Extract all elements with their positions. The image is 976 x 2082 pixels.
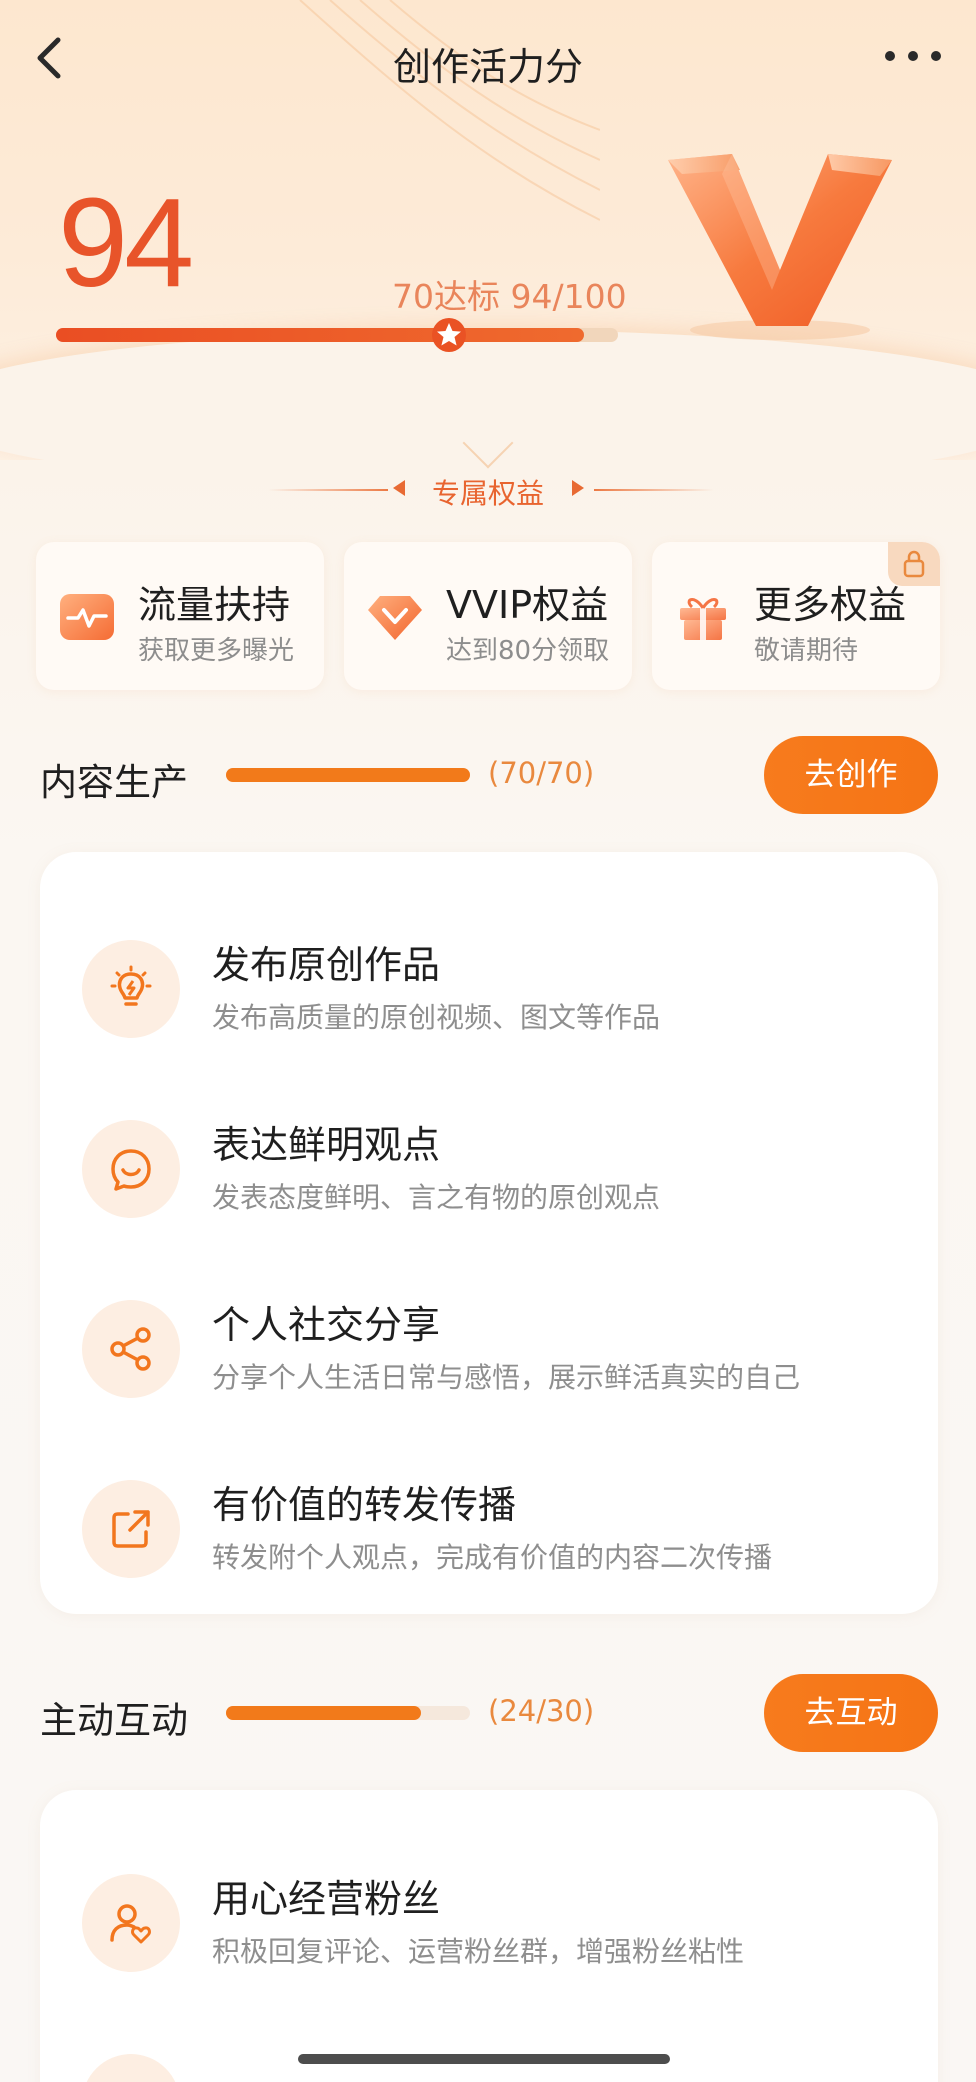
item-title: 表达鲜明观点 <box>212 1123 441 1167</box>
content-task-card: 发布原创作品 发布高质量的原创视频、图文等作品 表达鲜明观点 发表态度鲜明、言之… <box>40 852 938 1614</box>
create-button[interactable]: 去创作 <box>764 736 938 814</box>
list-item[interactable]: 用心经营粉丝 积极回复评论、运营粉丝群，增强粉丝粘性 <box>40 1848 938 1988</box>
score-target-text: 70达标 94/100 <box>392 277 627 316</box>
section-progress-fill <box>226 768 470 782</box>
score-progress-bar <box>56 328 618 342</box>
score-value: 94 <box>58 172 194 313</box>
item-title: 有价值的转发传播 <box>212 1483 517 1527</box>
item-subtitle: 积极回复评论、运营粉丝群，增强粉丝粘性 <box>212 1935 745 1968</box>
benefits-header: 专属权益 <box>0 470 976 510</box>
benefit-subtitle: 获取更多曝光 <box>138 636 295 666</box>
pulse-icon <box>60 594 114 640</box>
list-item[interactable]: 表达鲜明观点 发表态度鲜明、言之有物的原创观点 <box>40 1094 938 1234</box>
item-subtitle: 发表态度鲜明、言之有物的原创观点 <box>212 1181 661 1214</box>
section-progress-bar <box>226 1706 470 1720</box>
gift-icon <box>680 598 726 640</box>
benefit-title: 更多权益 <box>754 583 907 627</box>
v-logo-icon <box>668 154 892 340</box>
item-subtitle: 发布高质量的原创视频、图文等作品 <box>212 1001 661 1034</box>
icon-circle <box>82 1120 180 1218</box>
benefit-card-more[interactable]: 更多权益 敬请期待 <box>652 542 940 690</box>
icon-circle <box>82 1300 180 1398</box>
section-title-interaction: 主动互动 <box>40 1699 188 1742</box>
top-nav-bar: 创作活力分 <box>0 0 976 120</box>
icon-circle <box>82 2054 180 2082</box>
benefit-title: VVIP权益 <box>446 583 609 627</box>
smile-bubble-icon <box>111 1149 151 1191</box>
score-progress-fill <box>56 328 585 342</box>
item-title: 个人社交分享 <box>212 1303 441 1347</box>
section-count: (70/70) <box>488 756 595 790</box>
item-title: 发布原创作品 <box>212 943 441 987</box>
page-title: 创作活力分 <box>392 45 583 89</box>
section-title-content: 内容生产 <box>40 761 188 804</box>
benefits-title: 专属权益 <box>431 477 544 510</box>
forward-icon <box>112 1510 150 1548</box>
section-progress-fill <box>226 1706 422 1720</box>
list-item[interactable]: 发布原创作品 发布高质量的原创视频、图文等作品 <box>40 914 938 1054</box>
interact-button[interactable]: 去互动 <box>764 1674 938 1752</box>
icon-circle <box>82 940 180 1038</box>
benefit-title: 流量扶持 <box>138 583 291 627</box>
more-horizontal-icon[interactable] <box>880 36 950 76</box>
benefit-subtitle: 敬请期待 <box>754 636 859 666</box>
benefit-subtitle: 达到80分领取 <box>446 636 610 666</box>
interaction-task-card: 用心经营粉丝 积极回复评论、运营粉丝群，增强粉丝粘性 <box>40 1790 938 2082</box>
home-indicator <box>298 2054 670 2064</box>
icon-circle <box>82 1874 180 1972</box>
item-title: 用心经营粉丝 <box>212 1877 441 1921</box>
item-subtitle: 转发附个人观点，完成有价值的内容二次传播 <box>212 1541 773 1574</box>
diamond-icon <box>368 596 422 640</box>
list-item[interactable]: 有价值的转发传播 转发附个人观点，完成有价值的内容二次传播 <box>40 1454 938 1594</box>
arrow-right-icon <box>572 480 584 496</box>
section-count: (24/30) <box>488 1694 595 1728</box>
section-progress-bar <box>226 768 470 782</box>
share-icon <box>110 1327 151 1371</box>
list-item[interactable]: 个人社交分享 分享个人生活日常与感悟，展示鲜活真实的自己 <box>40 1274 938 1414</box>
item-subtitle: 分享个人生活日常与感悟，展示鲜活真实的自己 <box>212 1361 801 1394</box>
icon-circle <box>82 1480 180 1578</box>
lightbulb-icon <box>110 965 152 1006</box>
user-heart-icon <box>110 1904 151 1944</box>
benefit-card-traffic[interactable]: 流量扶持 获取更多曝光 <box>36 542 324 690</box>
star-marker-icon <box>432 318 467 352</box>
benefit-card-vvip[interactable]: VVIP权益 达到80分领取 <box>344 542 632 690</box>
